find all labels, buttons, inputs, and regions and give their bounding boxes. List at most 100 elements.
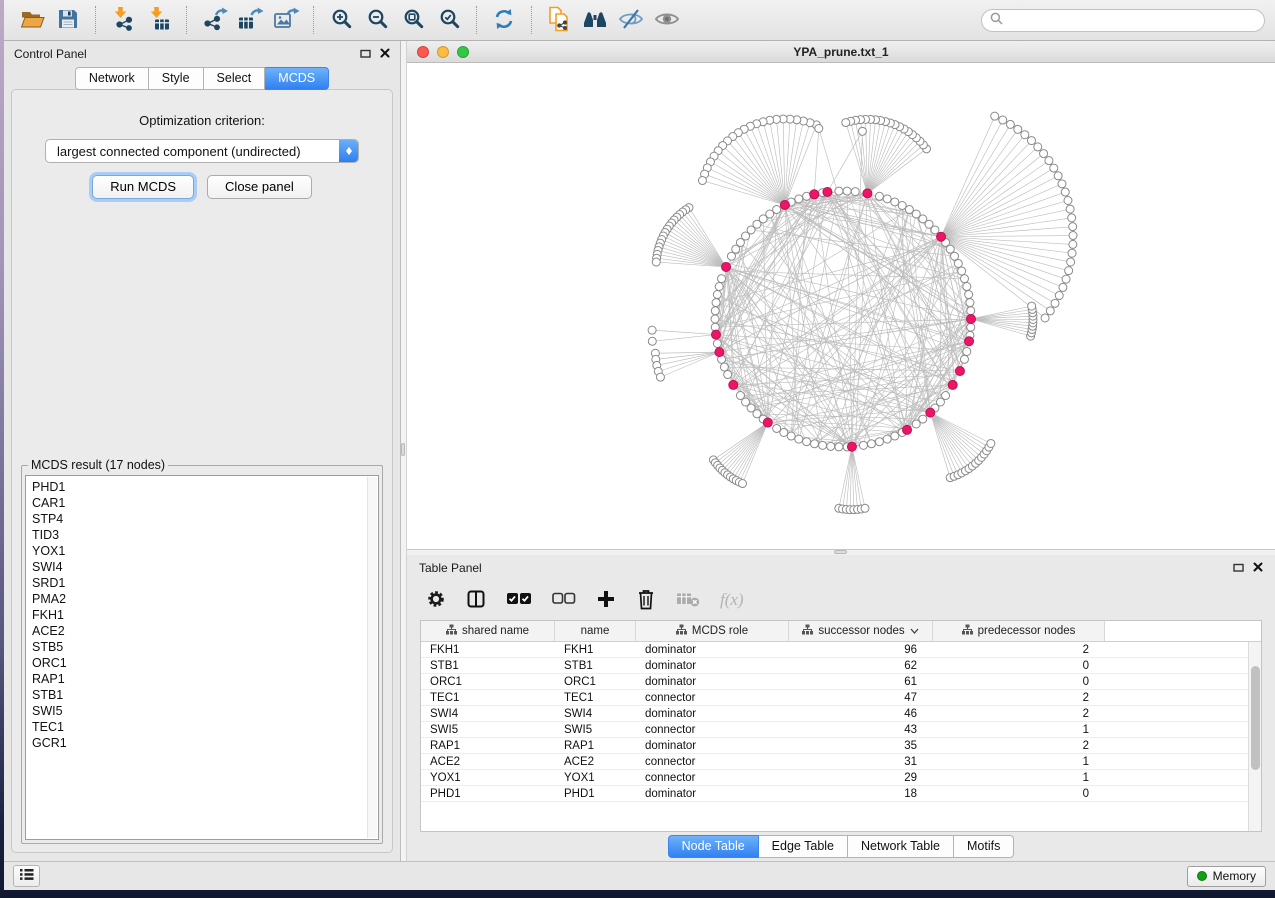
- open-file-button[interactable]: [14, 4, 50, 36]
- network-node[interactable]: [1069, 232, 1077, 240]
- mcds-result-item[interactable]: SWI4: [32, 559, 378, 575]
- network-node[interactable]: [712, 299, 720, 307]
- splitter-handle[interactable]: [834, 550, 847, 554]
- network-node[interactable]: [1021, 131, 1029, 139]
- mcds-hub-node[interactable]: [810, 190, 819, 199]
- network-node[interactable]: [898, 202, 906, 210]
- column-header-successor-nodes[interactable]: successor nodes: [789, 621, 933, 641]
- network-node[interactable]: [858, 127, 866, 135]
- network-node[interactable]: [780, 428, 788, 436]
- table-row[interactable]: ACE2ACE2connector311: [421, 754, 1261, 770]
- zoom-fit-button[interactable]: [395, 4, 431, 36]
- network-node[interactable]: [795, 435, 803, 443]
- network-node[interactable]: [656, 373, 664, 381]
- cell-successor-nodes[interactable]: 31: [789, 756, 933, 768]
- network-node[interactable]: [1058, 180, 1066, 188]
- show-columns-button[interactable]: [466, 589, 486, 612]
- mcds-hub-node[interactable]: [722, 262, 731, 271]
- column-header-name[interactable]: name: [555, 621, 636, 641]
- network-node[interactable]: [960, 275, 968, 283]
- network-node[interactable]: [1054, 172, 1062, 180]
- save-session-button[interactable]: [50, 4, 86, 36]
- mcds-hub-node[interactable]: [903, 425, 912, 434]
- cell-successor-nodes[interactable]: 61: [789, 676, 933, 688]
- network-node[interactable]: [1068, 214, 1076, 222]
- network-graph[interactable]: [407, 63, 1275, 549]
- network-node[interactable]: [1069, 240, 1077, 248]
- cell-predecessor-nodes[interactable]: 0: [933, 660, 1105, 672]
- cell-predecessor-nodes[interactable]: 1: [933, 756, 1105, 768]
- network-node[interactable]: [954, 259, 962, 267]
- network-node[interactable]: [1034, 143, 1042, 151]
- cell-successor-nodes[interactable]: 18: [789, 788, 933, 800]
- maximize-window-icon[interactable]: [457, 46, 469, 58]
- network-node[interactable]: [1045, 157, 1053, 165]
- mcds-result-item[interactable]: CAR1: [32, 495, 378, 511]
- cell-name[interactable]: FKH1: [555, 644, 636, 656]
- network-node[interactable]: [819, 441, 827, 449]
- cell-shared-name[interactable]: ORC1: [421, 676, 555, 688]
- cell-mcds-role[interactable]: connector: [636, 756, 789, 768]
- cell-successor-nodes[interactable]: 35: [789, 740, 933, 752]
- cell-successor-nodes[interactable]: 96: [789, 644, 933, 656]
- network-node[interactable]: [851, 188, 859, 196]
- network-node[interactable]: [1055, 292, 1063, 300]
- mcds-hub-node[interactable]: [823, 187, 832, 196]
- mcds-result-item[interactable]: PMA2: [32, 591, 378, 607]
- mcds-hub-node[interactable]: [711, 330, 720, 339]
- network-node[interactable]: [1065, 267, 1073, 275]
- network-node[interactable]: [875, 438, 883, 446]
- mcds-hub-node[interactable]: [967, 315, 976, 324]
- network-node[interactable]: [648, 337, 656, 345]
- network-node[interactable]: [811, 440, 819, 448]
- network-node[interactable]: [1069, 223, 1077, 231]
- network-node[interactable]: [713, 339, 721, 347]
- network-node[interactable]: [861, 504, 869, 512]
- cell-name[interactable]: SWI4: [555, 708, 636, 720]
- memory-button[interactable]: Memory: [1187, 866, 1266, 887]
- mcds-result-item[interactable]: STP4: [32, 511, 378, 527]
- import-table-button[interactable]: [141, 4, 177, 36]
- network-node[interactable]: [1046, 307, 1054, 315]
- network-node[interactable]: [711, 307, 719, 315]
- cell-mcds-role[interactable]: dominator: [636, 676, 789, 688]
- mcds-result-item[interactable]: GCR1: [32, 735, 378, 751]
- cell-shared-name[interactable]: STB1: [421, 660, 555, 672]
- table-row[interactable]: PHD1PHD1dominator180: [421, 786, 1261, 802]
- cell-shared-name[interactable]: TEC1: [421, 692, 555, 704]
- cell-predecessor-nodes[interactable]: 2: [933, 644, 1105, 656]
- network-node[interactable]: [1051, 299, 1059, 307]
- network-node[interactable]: [967, 323, 975, 331]
- network-node[interactable]: [1006, 120, 1014, 128]
- network-node[interactable]: [958, 267, 966, 275]
- cell-successor-nodes[interactable]: 46: [789, 708, 933, 720]
- table-row[interactable]: STB1STB1dominator620: [421, 658, 1261, 674]
- network-node[interactable]: [727, 252, 735, 260]
- network-node[interactable]: [698, 177, 706, 185]
- network-node[interactable]: [1050, 164, 1058, 172]
- mcds-hub-node[interactable]: [965, 337, 974, 346]
- table-row[interactable]: FKH1FKH1dominator962: [421, 642, 1261, 658]
- network-node[interactable]: [1064, 197, 1072, 205]
- tab-select[interactable]: Select: [204, 67, 266, 90]
- tab-motifs[interactable]: Motifs: [954, 835, 1014, 858]
- network-node[interactable]: [842, 119, 850, 127]
- tab-mcds[interactable]: MCDS: [265, 67, 329, 90]
- cell-name[interactable]: RAP1: [555, 740, 636, 752]
- cell-predecessor-nodes[interactable]: 1: [933, 724, 1105, 736]
- cell-predecessor-nodes[interactable]: 0: [933, 788, 1105, 800]
- network-node[interactable]: [867, 440, 875, 448]
- vertical-splitter[interactable]: [400, 41, 407, 861]
- network-node[interactable]: [718, 275, 726, 283]
- cell-predecessor-nodes[interactable]: 1: [933, 772, 1105, 784]
- delete-column-button[interactable]: [636, 588, 656, 613]
- mcds-result-item[interactable]: SWI5: [32, 703, 378, 719]
- tab-node-table[interactable]: Node Table: [668, 835, 759, 858]
- network-node[interactable]: [883, 435, 891, 443]
- cell-mcds-role[interactable]: dominator: [636, 660, 789, 672]
- network-node[interactable]: [843, 187, 851, 195]
- network-node[interactable]: [1041, 314, 1049, 322]
- mcds-result-list[interactable]: PHD1CAR1STP4TID3YOX1SWI4SRD1PMA2FKH1ACE2…: [25, 475, 379, 840]
- network-node[interactable]: [963, 347, 971, 355]
- zoom-out-button[interactable]: [359, 4, 395, 36]
